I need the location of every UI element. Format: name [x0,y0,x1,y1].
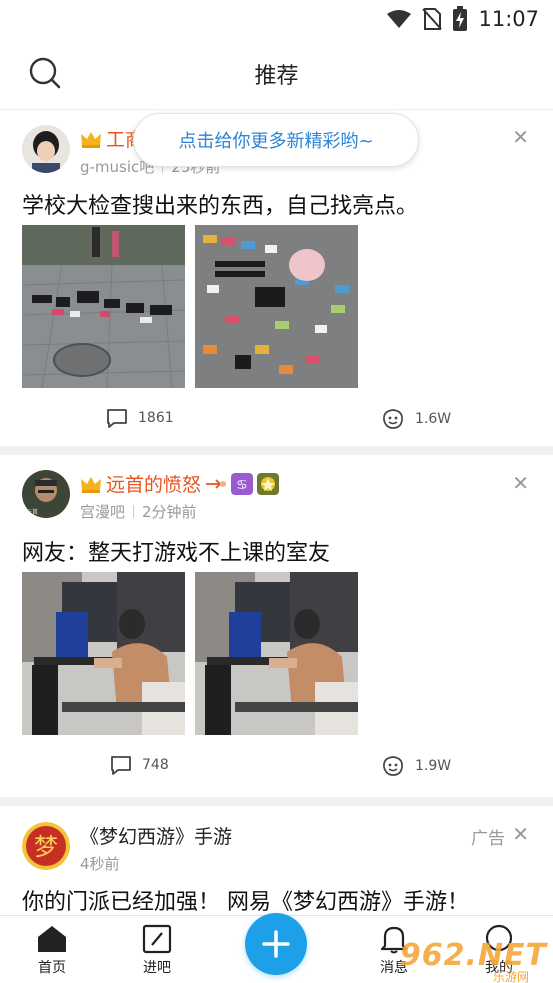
dismiss-post-button[interactable]: ✕ [512,473,529,493]
comment-count: 1861 [138,410,174,426]
svg-text:元首: 元首 [26,508,38,516]
nav-enter-bar-label: 进吧 [143,960,171,976]
level-badge-icon [257,472,280,495]
top-bar: 推荐 [0,38,553,110]
site-watermark-sub: 乐游网 [492,970,529,983]
hand-emoji-icon [206,478,227,489]
post-time: 2分钟前 [142,503,197,521]
nav-enter-bar[interactable]: 进吧 [127,924,187,977]
enter-bar-icon [142,924,172,954]
crown-icon [81,131,101,148]
like-count: 1.9W [415,758,452,774]
comment-button[interactable]: 748 [110,755,169,775]
meta-divider [133,505,135,518]
post-actions: 748 1.9W [0,755,553,785]
ad-label: 广告 [471,829,505,849]
username[interactable]: 远首的愤怒 [106,470,201,497]
status-bar: 11:07 [0,0,553,38]
no-sim-icon [422,8,443,30]
post-card[interactable]: 元首 远首的愤怒 ♋ 宫漫吧 2分钟前 ✕ 网友：整天打游戏不上课的室友 748… [0,455,553,797]
svg-text:梦: 梦 [34,833,58,861]
post-image[interactable] [22,572,185,735]
home-icon [38,926,66,952]
comment-icon [107,409,127,428]
forum-name[interactable]: 宫漫吧 [80,501,125,522]
like-button[interactable]: 1.6W [381,408,451,430]
crown-icon [81,476,101,493]
status-time: 11:07 [478,7,539,31]
post-image[interactable] [22,225,185,388]
refresh-tooltip[interactable]: 点击给你更多新精彩哟~ [133,113,419,167]
feed: 工商 g-music吧 25秒前 ✕ 学校大检查搜出来的东西，自己找亮点。 18… [0,111,553,946]
post-meta: 4秒前 [80,853,120,874]
wifi-icon [387,10,412,28]
post-actions: 1861 1.6W [0,408,553,438]
dismiss-post-button[interactable]: ✕ [512,127,529,147]
battery-charging-icon [453,6,468,31]
post-title[interactable]: 你的门派已经加强！ 网易《梦幻西游》手游！ [22,884,469,916]
like-face-icon [383,756,403,776]
like-count: 1.6W [415,411,452,427]
comment-button[interactable]: 1861 [106,408,174,428]
post-meta: 宫漫吧 2分钟前 [80,501,197,522]
avatar[interactable]: 元首 [22,470,70,518]
post-separator [0,446,553,455]
plus-icon [262,930,290,958]
avatar[interactable] [22,125,70,173]
post-title[interactable]: 网友：整天打游戏不上课的室友 [22,535,330,567]
bottom-nav: 首页 进吧 消息 我的 962.NET 乐游网 [0,913,553,983]
cancer-zodiac-icon: ♋ [231,472,254,495]
comment-icon [111,756,131,775]
new-post-button[interactable] [245,913,307,975]
svg-text:♋: ♋ [236,478,248,493]
nav-home[interactable]: 首页 [22,924,82,977]
post-image[interactable] [195,572,358,735]
user-row: 远首的愤怒 ♋ [80,470,280,497]
post-image[interactable] [195,225,358,388]
dismiss-ad-button[interactable]: ✕ [512,824,529,844]
game-logo[interactable]: 梦 [22,822,70,870]
page-title: 推荐 [254,64,299,89]
like-button[interactable]: 1.9W [381,755,451,777]
nav-home-label: 首页 [38,960,66,976]
comment-count: 748 [142,757,169,773]
post-title[interactable]: 学校大检查搜出来的东西，自己找亮点。 [22,188,418,220]
user-row: 《梦幻西游》手游 [80,822,232,849]
post-time: 4秒前 [80,855,120,873]
ad-title[interactable]: 《梦幻西游》手游 [80,822,232,849]
post-separator [0,797,553,806]
like-face-icon [383,409,403,429]
